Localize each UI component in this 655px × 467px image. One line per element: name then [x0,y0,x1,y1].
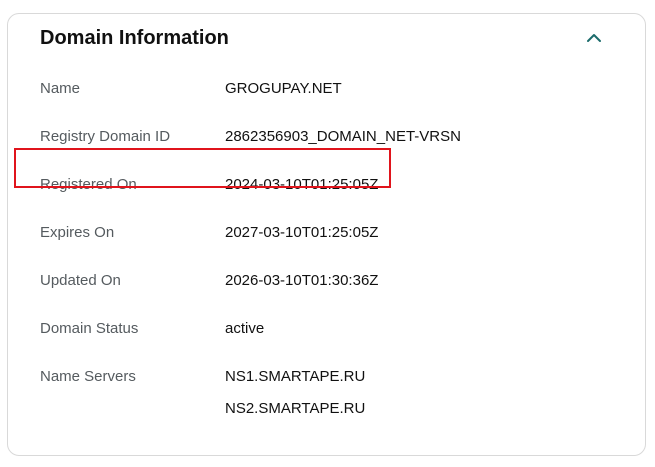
name-server-2: NS2.SMARTAPE.RU [225,400,366,417]
field-label: Name [40,80,81,97]
field-value: active [225,320,265,337]
card-title: Domain Information [40,27,229,49]
field-value: 2026-03-10T01:30:36Z [225,272,379,289]
field-value: GROGUPAY.NET [225,80,342,97]
field-label: Name Servers [40,368,136,385]
field-value: 2862356903_DOMAIN_NET-VRSN [225,128,461,145]
field-row-domain-status: Domain Status active [40,319,630,343]
name-server-1: NS1.SMARTAPE.RU [225,368,366,385]
field-row-updated-on: Updated On 2026-03-10T01:30:36Z [40,271,630,295]
field-row-expires-on: Expires On 2027-03-10T01:25:05Z [40,223,630,247]
field-label: Registered On [40,176,137,193]
field-row-name-servers: Name Servers NS1.SMARTAPE.RU NS2.SMARTAP… [40,367,630,427]
domain-information-card: Domain Information Name GROGUPAY.NET Reg… [7,13,646,456]
field-row-registry-domain-id: Registry Domain ID 2862356903_DOMAIN_NET… [40,127,630,151]
chevron-up-icon [587,34,601,42]
field-row-name: Name GROGUPAY.NET [40,79,630,103]
field-value: 2027-03-10T01:25:05Z [225,224,379,241]
field-row-registered-on: Registered On 2024-03-10T01:25:05Z [40,175,630,199]
field-label: Domain Status [40,320,139,337]
collapse-button[interactable] [582,26,606,50]
field-label: Registry Domain ID [40,128,171,145]
field-label: Updated On [40,272,121,289]
field-value: 2024-03-10T01:25:05Z [225,176,379,193]
field-label: Expires On [40,224,115,241]
